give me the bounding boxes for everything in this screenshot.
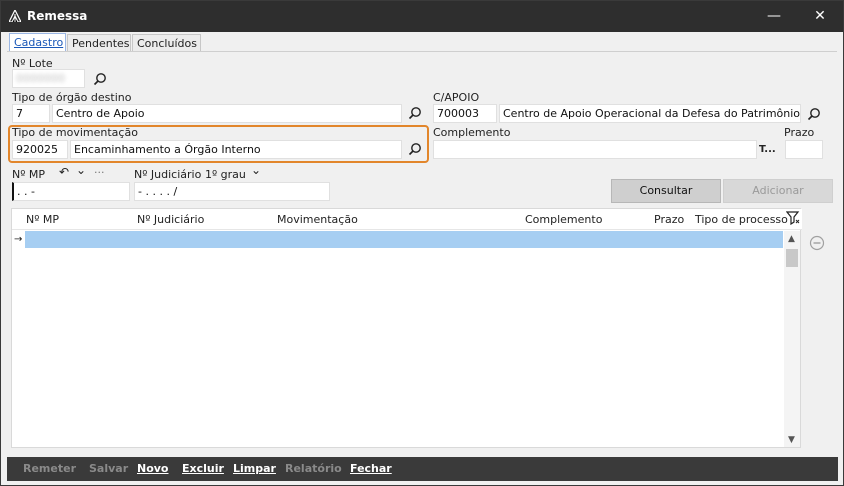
col-header-complemento[interactable]: Complemento bbox=[525, 213, 602, 226]
complemento-field[interactable] bbox=[433, 140, 757, 159]
window-title: Remessa bbox=[27, 9, 88, 23]
row-indicator-icon: → bbox=[14, 234, 23, 245]
movimentacao-name-field[interactable]: Encaminhamento a Órgão Interno bbox=[70, 140, 402, 159]
more-icon[interactable]: ··· bbox=[94, 166, 105, 179]
filter-icon[interactable] bbox=[785, 211, 800, 226]
remeter-button[interactable]: Remeter bbox=[23, 462, 76, 475]
relatorio-label: Relatório bbox=[285, 462, 342, 475]
orgao-destino-name-field[interactable]: Centro de Apoio bbox=[52, 104, 402, 123]
remessa-window: Remessa — ✕ Cadastro Pendentes Concluído… bbox=[0, 0, 844, 486]
col-header-prazo[interactable]: Prazo bbox=[654, 213, 684, 226]
capoio-search-icon[interactable] bbox=[807, 107, 821, 121]
processes-grid: Nº MP Nº Judiciário Movimentação Complem… bbox=[11, 208, 802, 448]
selected-row-cells[interactable] bbox=[25, 231, 783, 248]
orgao-destino-search-icon[interactable] bbox=[408, 106, 422, 120]
excluir-label: Excluir bbox=[182, 462, 224, 475]
movimentacao-label: Tipo de movimentação bbox=[12, 126, 138, 139]
scroll-down-icon[interactable]: ▼ bbox=[788, 435, 795, 445]
novo-label: Novo bbox=[137, 462, 169, 475]
capoio-label: C/APOIO bbox=[433, 91, 480, 104]
action-bar: Remeter Salvar Novo Excluir Limpar Relat… bbox=[7, 457, 838, 481]
capoio-name-field[interactable]: Centro de Apoio Operacional da Defesa do… bbox=[499, 104, 801, 123]
movimentacao-code-field[interactable]: 920025 bbox=[12, 140, 68, 159]
salvar-label: Salvar bbox=[89, 462, 129, 475]
fechar-button[interactable]: Fechar bbox=[350, 462, 392, 475]
lote-search-icon[interactable] bbox=[93, 72, 107, 86]
excluir-button[interactable]: Excluir bbox=[182, 462, 224, 475]
tab-label: Pendentes bbox=[72, 37, 130, 50]
col-header-njudiciario[interactable]: Nº Judiciário bbox=[137, 213, 204, 226]
tab-label: Cadastro bbox=[14, 36, 64, 49]
app-logo-icon bbox=[8, 8, 22, 23]
movimentacao-search-icon[interactable] bbox=[408, 142, 422, 156]
salvar-button[interactable]: Salvar bbox=[89, 462, 128, 475]
undo-icon[interactable]: ↶ bbox=[59, 165, 69, 179]
tab-concluidos[interactable]: Concluídos bbox=[132, 34, 201, 52]
njudiciario-field[interactable]: - . . . . / bbox=[134, 182, 330, 201]
tab-cadastro[interactable]: Cadastro bbox=[9, 33, 66, 53]
remeter-label: Remeter bbox=[23, 462, 76, 475]
tab-label: Concluídos bbox=[137, 37, 197, 50]
prazo-field[interactable] bbox=[785, 140, 823, 159]
nmp-chevron-down-icon[interactable]: ⌄ bbox=[76, 163, 86, 177]
title-bar: Remessa — ✕ bbox=[1, 1, 843, 32]
orgao-destino-code-field[interactable]: 7 bbox=[12, 104, 50, 123]
orgao-destino-label: Tipo de órgão destino bbox=[12, 91, 132, 104]
tab-pendentes[interactable]: Pendentes bbox=[67, 34, 131, 52]
nmp-field[interactable]: . . - bbox=[12, 182, 130, 201]
consultar-processos-button[interactable]: Consultar Processos bbox=[611, 179, 721, 219]
complemento-label: Complemento bbox=[433, 126, 511, 139]
adicionar-button[interactable]: Adicionar bbox=[723, 179, 833, 203]
relatorio-button[interactable]: Relatório bbox=[285, 462, 342, 475]
table-row[interactable]: → bbox=[12, 231, 783, 248]
limpar-button[interactable]: Limpar bbox=[233, 462, 276, 475]
close-button[interactable]: ✕ bbox=[797, 1, 843, 32]
grau-selector[interactable]: 1º grau bbox=[205, 168, 246, 181]
grid-header: Nº MP Nº Judiciário Movimentação Complem… bbox=[12, 209, 802, 230]
col-header-nmp[interactable]: Nº MP bbox=[26, 213, 59, 226]
nmp-label: Nº MP bbox=[12, 168, 46, 181]
scroll-up-icon[interactable]: ▲ bbox=[788, 234, 795, 244]
lote-field[interactable]: 0000000 bbox=[12, 69, 85, 88]
col-header-movimentacao[interactable]: Movimentação bbox=[277, 213, 358, 226]
grid-vertical-scrollbar[interactable]: ▲ ▼ bbox=[784, 231, 800, 447]
capoio-code-field[interactable]: 700003 bbox=[433, 104, 497, 123]
minimize-button[interactable]: — bbox=[751, 1, 797, 32]
prazo-label: Prazo bbox=[784, 126, 815, 139]
njudiciario-label: Nº Judiciário bbox=[134, 168, 202, 181]
novo-button[interactable]: Novo bbox=[137, 462, 169, 475]
limpar-label: Limpar bbox=[233, 462, 276, 475]
fechar-label: Fechar bbox=[350, 462, 392, 475]
scroll-thumb[interactable] bbox=[786, 249, 798, 267]
remove-row-icon[interactable] bbox=[809, 235, 825, 251]
col-header-tipo-processo[interactable]: Tipo de processo bbox=[695, 213, 788, 226]
grau-chevron-down-icon[interactable]: ⌄ bbox=[251, 163, 261, 177]
complemento-template-button[interactable]: T... bbox=[759, 144, 776, 155]
adicionar-label: Adicionar bbox=[752, 184, 804, 197]
